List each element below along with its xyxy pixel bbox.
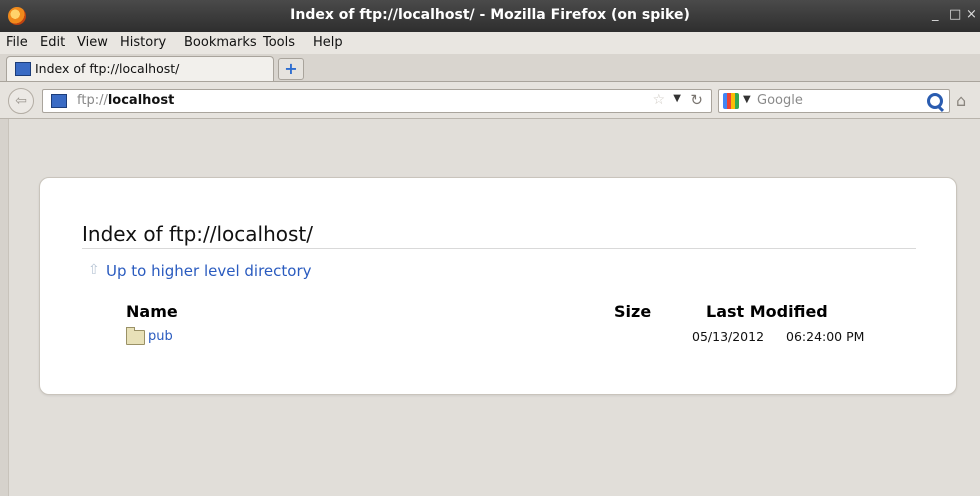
page-title: Index of ftp://localhost/ — [82, 222, 916, 249]
menu-bookmarks[interactable]: Bookmarks — [184, 35, 257, 50]
home-icon[interactable]: ⌂ — [956, 91, 974, 110]
star-icon[interactable]: ☆ — [652, 92, 665, 108]
page-viewport: Index of ftp://localhost/ ⇧ Up to higher… — [8, 119, 980, 496]
back-arrow-icon: ⇦ — [15, 93, 27, 109]
monitor-icon — [51, 94, 67, 108]
google-icon[interactable] — [723, 93, 739, 109]
tab-index-localhost[interactable]: Index of ftp://localhost/ — [6, 56, 274, 81]
magnifier-icon[interactable] — [927, 93, 943, 109]
navigation-toolbar: ⇦ ftp://localhost ☆ ▼ ↻ ▼ ⌂ — [0, 82, 980, 119]
minimize-button[interactable]: _ — [932, 7, 939, 22]
tab-label: Index of ftp://localhost/ — [35, 61, 180, 76]
menu-help[interactable]: Help — [313, 35, 343, 50]
window-title: Index of ftp://localhost/ - Mozilla Fire… — [290, 7, 690, 23]
column-header-name[interactable]: Name — [126, 302, 178, 321]
tab-strip: Index of ftp://localhost/ + — [0, 54, 980, 82]
up-directory-link[interactable]: Up to higher level directory — [106, 262, 312, 280]
column-header-last-modified[interactable]: Last Modified — [706, 302, 828, 321]
menu-bar: File Edit View History Bookmarks Tools H… — [0, 32, 980, 54]
menu-view[interactable]: View — [77, 35, 108, 50]
monitor-icon — [15, 62, 31, 76]
url-dropdown-icon[interactable]: ▼ — [673, 93, 681, 104]
window-titlebar: Index of ftp://localhost/ - Mozilla Fire… — [0, 0, 980, 32]
up-arrow-icon[interactable]: ⇧ — [88, 262, 100, 278]
folder-icon — [126, 327, 145, 345]
back-button[interactable]: ⇦ — [8, 88, 34, 114]
search-input[interactable] — [757, 92, 917, 108]
menu-history[interactable]: History — [120, 35, 166, 50]
url-host: localhost — [107, 93, 175, 108]
file-date: 05/13/2012 — [692, 329, 765, 344]
url-scheme: ftp:// — [77, 93, 108, 108]
file-time: 06:24:00 PM — [786, 329, 865, 344]
menu-tools[interactable]: Tools — [263, 35, 295, 50]
column-header-size[interactable]: Size — [614, 302, 651, 321]
maximize-button[interactable]: □ — [949, 7, 961, 22]
menu-edit[interactable]: Edit — [40, 35, 65, 50]
new-tab-button[interactable]: + — [278, 58, 304, 80]
reload-icon[interactable]: ↻ — [690, 91, 703, 109]
menu-file[interactable]: File — [6, 35, 28, 50]
url-text[interactable]: ftp://localhost — [77, 93, 174, 108]
search-engine-dropdown-icon[interactable]: ▼ — [743, 94, 751, 105]
directory-listing-card: Index of ftp://localhost/ ⇧ Up to higher… — [39, 177, 957, 395]
file-link-pub[interactable]: pub — [148, 329, 173, 344]
table-row: pub 05/13/2012 06:24:00 PM — [126, 327, 886, 348]
search-bar[interactable]: ▼ — [718, 89, 950, 113]
close-button[interactable]: × — [966, 7, 977, 22]
url-bar[interactable]: ftp://localhost ☆ ▼ ↻ — [42, 89, 712, 113]
